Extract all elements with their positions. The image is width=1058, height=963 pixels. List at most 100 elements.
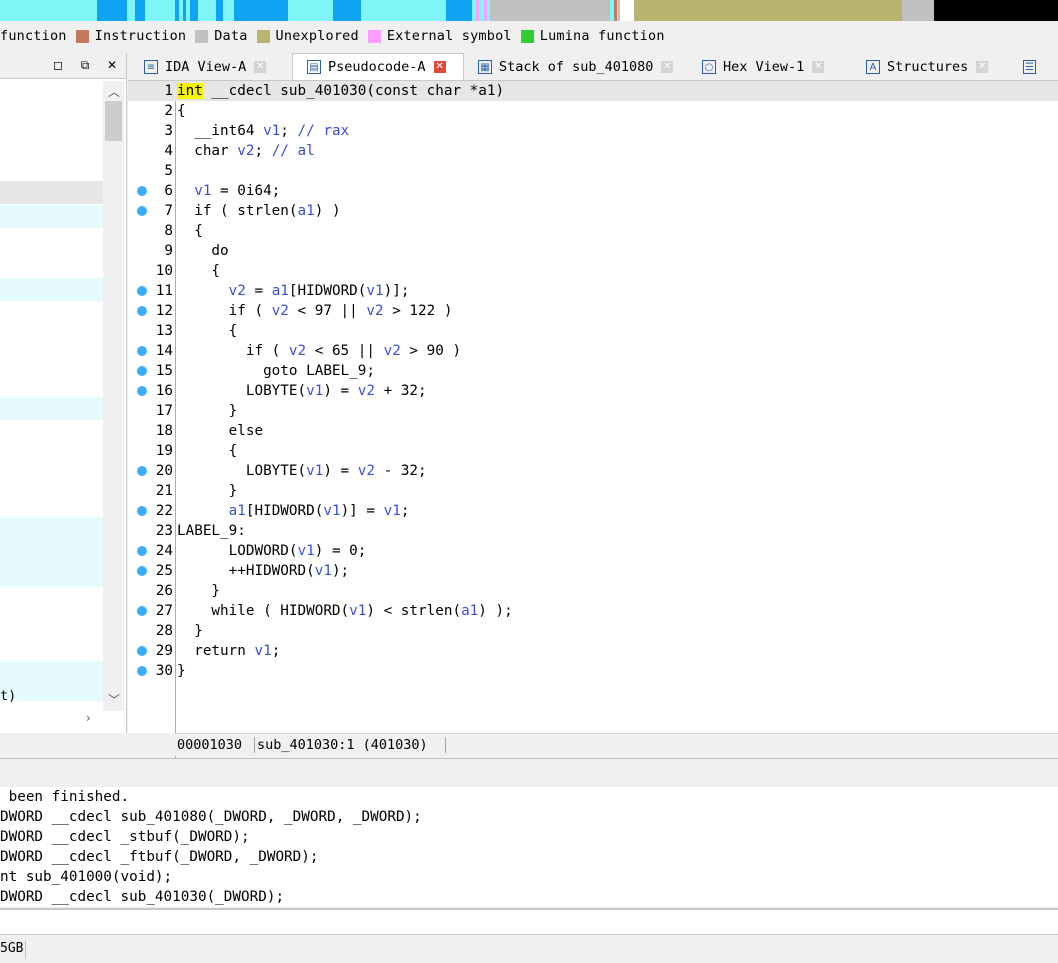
breakpoint-dot-icon[interactable] (137, 566, 147, 576)
code-line[interactable]: 22 a1[HIDWORD(v1)] = v1; (128, 501, 1058, 521)
code-line[interactable]: 6 v1 = 0i64; (128, 181, 1058, 201)
navband-segment[interactable] (190, 0, 198, 21)
output-line: been finished. (0, 789, 130, 805)
navband-segment[interactable] (614, 0, 617, 21)
navband-segment[interactable] (620, 0, 634, 21)
breakpoint-dot-icon[interactable] (137, 346, 147, 356)
tab-pseudocode-a[interactable]: ▤ Pseudocode-A ✕ (292, 53, 464, 80)
code-line[interactable]: 18 else (128, 421, 1058, 441)
vertical-scrollbar[interactable]: ︿ ﹀ (103, 81, 124, 711)
list-item[interactable] (0, 181, 103, 204)
breakpoint-dot-icon[interactable] (137, 606, 147, 616)
navband-segment[interactable] (634, 0, 902, 21)
close-tab-icon[interactable]: ✕ (661, 61, 674, 73)
legend-item: Lumina function (520, 28, 665, 44)
navband-segment[interactable] (183, 0, 186, 21)
code-line[interactable]: 16 LOBYTE(v1) = v2 + 32; (128, 381, 1058, 401)
code-line[interactable]: 17 } (128, 401, 1058, 421)
list-item[interactable] (0, 278, 103, 301)
code-line[interactable]: 11 v2 = a1[HIDWORD(v1)]; (128, 281, 1058, 301)
restore-icon[interactable]: ◻ (50, 57, 66, 73)
code-line[interactable]: 26 } (128, 581, 1058, 601)
close-tab-icon[interactable]: ✕ (812, 61, 825, 73)
close-icon[interactable]: ✕ (104, 57, 120, 73)
code-line[interactable]: 24 LODWORD(v1) = 0; (128, 541, 1058, 561)
close-tab-icon[interactable]: ✕ (433, 61, 446, 73)
breakpoint-dot-icon[interactable] (137, 666, 147, 676)
tab-structures[interactable]: A Structures ✕ (852, 55, 1010, 79)
code-line[interactable]: 3 __int64 v1; // rax (128, 121, 1058, 141)
code-line[interactable]: 27 while ( HIDWORD(v1) < strlen(a1) ); (128, 601, 1058, 621)
navband-segment[interactable] (97, 0, 127, 21)
list-item[interactable] (0, 205, 103, 228)
code-line[interactable]: 19 { (128, 441, 1058, 461)
code-line[interactable]: 10 { (128, 261, 1058, 281)
breakpoint-dot-icon[interactable] (137, 506, 147, 516)
breakpoint-dot-icon[interactable] (137, 206, 147, 216)
tab-ida-view-a[interactable]: ≡ IDA View-A ✕ (130, 55, 292, 79)
code-line[interactable]: 12 if ( v2 < 97 || v2 > 122 ) (128, 301, 1058, 321)
disasm-icon: ≡ (144, 60, 158, 74)
navband-segment[interactable] (216, 0, 223, 21)
list-item[interactable] (0, 397, 103, 420)
code-text: a1[HIDWORD(v1)] = v1; (228, 503, 410, 519)
code-line[interactable]: 7 if ( strlen(a1) ) (128, 201, 1058, 221)
breakpoint-dot-icon[interactable] (137, 286, 147, 296)
breakpoint-dot-icon[interactable] (137, 386, 147, 396)
navband-segment[interactable] (490, 0, 610, 21)
pseudocode-view[interactable]: 1 int __cdecl sub_401030(const char *a1) 2… (128, 81, 1058, 761)
code-line[interactable]: 2{ (128, 101, 1058, 121)
navband-segment[interactable] (333, 0, 361, 21)
code-line[interactable]: 30} (128, 661, 1058, 681)
code-line[interactable]: 23 LABEL_9: (128, 521, 1058, 541)
code-line[interactable]: 1 int __cdecl sub_401030(const char *a1) (128, 81, 1058, 101)
float-icon[interactable]: ⧉ (77, 57, 93, 73)
scroll-up-icon[interactable]: ︿ (108, 83, 120, 100)
line-number: 16 (155, 383, 173, 399)
scroll-right-icon[interactable]: › (86, 711, 91, 725)
breakpoint-dot-icon[interactable] (137, 366, 147, 376)
navigation-band[interactable] (0, 0, 1058, 21)
close-tab-icon[interactable]: ✕ (254, 61, 267, 73)
breakpoint-dot-icon[interactable] (137, 546, 147, 556)
code-line[interactable]: 8 { (128, 221, 1058, 241)
breakpoint-dot-icon[interactable] (137, 186, 147, 196)
scroll-down-icon[interactable]: ﹀ (108, 691, 120, 708)
code-line[interactable]: 9 do (128, 241, 1058, 261)
code-line[interactable]: 13 { (128, 321, 1058, 341)
tab-overflow-icon[interactable]: ☰ (1023, 55, 1043, 79)
list-item[interactable] (0, 517, 103, 587)
tab-hex-view-1[interactable]: ○ Hex View-1 ✕ (688, 55, 852, 79)
panel-splitter[interactable] (0, 758, 1058, 788)
navband-segment[interactable] (446, 0, 472, 21)
code-line[interactable]: 5 (128, 161, 1058, 181)
navband-segment[interactable] (934, 0, 1058, 21)
navband-segment[interactable] (234, 0, 288, 21)
navband-segment[interactable] (902, 0, 934, 21)
breakpoint-dot-icon[interactable] (137, 466, 147, 476)
breakpoint-dot-icon[interactable] (137, 646, 147, 656)
code-line[interactable]: 14 if ( v2 < 65 || v2 > 90 ) (128, 341, 1058, 361)
code-text: } (177, 623, 203, 639)
functions-list[interactable] (0, 81, 103, 731)
line-number: 5 (164, 163, 173, 179)
tab-label: Stack of sub_401080 (499, 59, 654, 75)
navband-segment[interactable] (135, 0, 145, 21)
tab-stack-of-sub-401080[interactable]: ▦ Stack of sub_401080 ✕ (464, 55, 688, 79)
breakpoint-dot-icon[interactable] (137, 306, 147, 316)
code-line[interactable]: 20 LOBYTE(v1) = v2 - 32; (128, 461, 1058, 481)
code-line[interactable]: 28 } (128, 621, 1058, 641)
close-tab-icon[interactable]: ✕ (976, 61, 989, 73)
navband-segment[interactable] (476, 0, 479, 21)
code-line[interactable]: 29 return v1; (128, 641, 1058, 661)
code-line[interactable]: 21 } (128, 481, 1058, 501)
navband-segment[interactable] (175, 0, 179, 21)
scrollbar-thumb[interactable] (105, 101, 122, 141)
output-window[interactable]: been finished. DWORD __cdecl sub_401080(_… (0, 787, 1058, 907)
code-text: int __cdecl sub_401030(const char *a1) (177, 81, 504, 101)
code-line[interactable]: 15 goto LABEL_9; (128, 361, 1058, 381)
command-input[interactable] (0, 908, 1058, 935)
navband-segment[interactable] (484, 0, 487, 21)
code-line[interactable]: 4 char v2; // al (128, 141, 1058, 161)
code-line[interactable]: 25 ++HIDWORD(v1); (128, 561, 1058, 581)
